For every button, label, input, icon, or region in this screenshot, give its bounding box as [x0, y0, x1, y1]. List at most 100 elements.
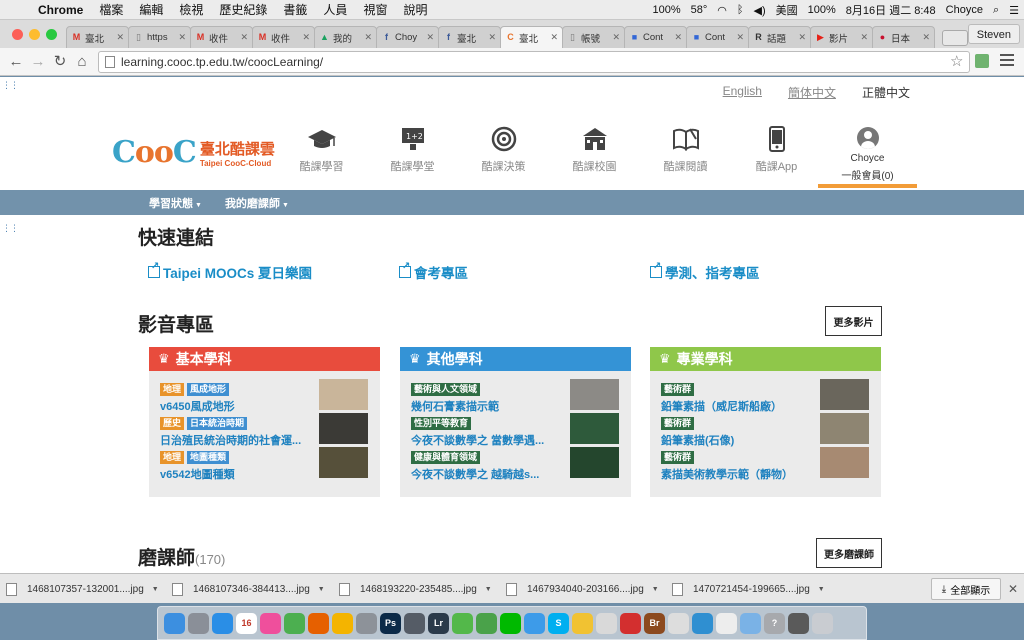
screen-zoom-indicator[interactable]: 100% [648, 4, 686, 16]
more-videos-button[interactable]: 更多影片 [825, 306, 882, 336]
video-item[interactable]: 地理 風成地形 v6450風成地形 [160, 379, 380, 417]
download-item[interactable]: 1468107357-132001....jpg ▼ [6, 578, 159, 600]
bridge-icon[interactable]: Br [644, 612, 665, 634]
close-tab-icon[interactable]: ✕ [922, 32, 930, 43]
menu-people[interactable]: 人員 [315, 1, 355, 18]
page-info-icon[interactable] [105, 56, 115, 68]
show-all-downloads-button[interactable]: ⤓ 全部顯示 [931, 578, 1001, 600]
back-button[interactable]: ← [6, 52, 26, 72]
video-thumbnail[interactable] [820, 447, 869, 478]
firefox-icon[interactable] [308, 612, 329, 634]
more-mooc-button[interactable]: 更多磨課師 [816, 538, 882, 568]
chrome-menu-icon[interactable] [1000, 54, 1014, 69]
minimize-window-button[interactable] [29, 29, 40, 40]
video-thumbnail[interactable] [319, 413, 368, 444]
browser-tab[interactable]: f Choy ✕ [376, 26, 439, 48]
photos-icon[interactable] [332, 612, 353, 634]
chevron-down-icon[interactable]: ▼ [652, 586, 659, 593]
acrobat-icon[interactable] [620, 612, 641, 634]
paint-icon[interactable] [692, 612, 713, 634]
close-tab-icon[interactable]: ✕ [178, 32, 186, 43]
nav-cooc-app[interactable]: 酷課App [731, 125, 822, 174]
wifi-app-icon[interactable] [572, 612, 593, 634]
battery-status[interactable]: 100% [803, 4, 841, 16]
browser-tab[interactable]: ▯ https ✕ [128, 26, 191, 48]
video-tag[interactable]: 地理 [160, 383, 185, 396]
browser-tab[interactable]: ■ Cont ✕ [686, 26, 749, 48]
close-tab-icon[interactable]: ✕ [116, 32, 124, 43]
video-item[interactable]: 藝術群 鉛筆素描(石像) [661, 413, 881, 451]
video-title[interactable]: 今夜不談數學之 當數學遇... [411, 432, 561, 448]
menu-edit[interactable]: 編輯 [131, 1, 171, 18]
menu-view[interactable]: 檢視 [171, 1, 211, 18]
document-icon[interactable] [716, 612, 737, 634]
input-source-region[interactable]: 美國 [771, 2, 803, 18]
video-title[interactable]: 今夜不談數學之 越騎越s... [411, 466, 561, 482]
forward-button[interactable]: → [28, 52, 48, 72]
chevron-down-icon[interactable]: ▼ [318, 586, 325, 593]
menu-file[interactable]: 檔案 [91, 1, 131, 18]
extension-icon[interactable] [975, 54, 989, 68]
download-item[interactable]: 1468193220-235485....jpg ▼ [339, 578, 492, 600]
bluetooth-icon[interactable]: ᛒ [732, 4, 749, 16]
textedit-icon[interactable] [668, 612, 689, 634]
close-tab-icon[interactable]: ✕ [364, 32, 372, 43]
video-item[interactable]: 性別平等教育 今夜不談數學之 當數學遇... [411, 413, 631, 451]
video-title[interactable]: v6450風成地形 [160, 398, 310, 414]
line-icon[interactable] [500, 612, 521, 634]
video-title[interactable]: 鉛筆素描(石像) [661, 432, 811, 448]
nav-cooc-decision[interactable]: 酷課決策 [458, 125, 549, 174]
video-thumbnail[interactable] [570, 447, 619, 478]
preview-icon[interactable] [596, 612, 617, 634]
notification-center-icon[interactable]: ☰ [1004, 4, 1024, 17]
app-store-icon[interactable] [212, 612, 233, 634]
video-tag[interactable]: 地理 [160, 451, 185, 464]
lang-simplified-link[interactable]: 簡体中文 [788, 84, 836, 101]
system-preferences-icon[interactable] [356, 612, 377, 634]
presentation-icon[interactable] [788, 612, 809, 634]
video-title[interactable]: 日治殖民統治時期的社會運... [160, 432, 310, 448]
maximize-window-button[interactable] [46, 29, 57, 40]
browser-tab[interactable]: M 收件 ✕ [190, 26, 253, 48]
card-header[interactable]: ♛ 其他學科 [400, 347, 631, 371]
video-thumbnail[interactable] [319, 447, 368, 478]
close-tab-icon[interactable]: ✕ [550, 32, 558, 43]
help-icon[interactable]: ? [764, 612, 785, 634]
volume-icon[interactable]: ◀) [749, 4, 771, 17]
quick-link-exam[interactable]: 會考專區 [399, 261, 468, 282]
itunes-icon[interactable] [260, 612, 281, 634]
skype-icon[interactable]: S [548, 612, 569, 634]
video-thumbnail[interactable] [820, 379, 869, 410]
close-tab-icon[interactable]: ✕ [798, 32, 806, 43]
calendar-icon[interactable]: 16 [236, 612, 257, 634]
card-header[interactable]: ♛ 專業學科 [650, 347, 881, 371]
video-tag[interactable]: 風成地形 [187, 383, 230, 396]
video-thumbnail[interactable] [570, 379, 619, 410]
video-title[interactable]: 幾何石膏素描示範 [411, 398, 561, 414]
video-title[interactable]: 素描美術教學示範（靜物） [661, 466, 811, 482]
safari-icon[interactable] [524, 612, 545, 634]
close-tab-icon[interactable]: ✕ [674, 32, 682, 43]
chevron-down-icon[interactable]: ▼ [485, 586, 492, 593]
photoshop-icon[interactable]: Ps [380, 612, 401, 634]
close-tab-icon[interactable]: ✕ [612, 32, 620, 43]
profile-button[interactable]: Steven [967, 24, 1020, 44]
subnav-my-mooc[interactable]: 我的磨課師 ▼ [225, 195, 289, 211]
trash-icon[interactable] [812, 612, 833, 634]
video-tag[interactable]: 歷史 [160, 417, 185, 430]
close-tab-icon[interactable]: ✕ [426, 32, 434, 43]
video-thumbnail[interactable] [570, 413, 619, 444]
nav-cooc-campus[interactable]: 酷課校園 [549, 125, 640, 174]
nav-cooc-reading[interactable]: 酷課閱讀 [640, 125, 731, 174]
browser-tab[interactable]: R 話題 ✕ [748, 26, 811, 48]
menu-history[interactable]: 歷史紀錄 [211, 1, 275, 18]
menu-bookmarks[interactable]: 書籤 [275, 1, 315, 18]
quick-link-moocs-summer[interactable]: Taipei MOOCs 夏日樂園 [148, 261, 312, 282]
video-item[interactable]: 健康與體育領域 今夜不談數學之 越騎越s... [411, 447, 631, 485]
close-window-button[interactable] [12, 29, 23, 40]
browser-tab[interactable]: M 收件 ✕ [252, 26, 315, 48]
nav-cooc-classroom[interactable]: 1+2 酷課學堂 [367, 125, 458, 174]
browser-tab[interactable]: M 臺北 ✕ [66, 26, 129, 48]
browser-tab[interactable]: ● 日本 ✕ [872, 26, 935, 48]
site-logo[interactable]: CooC 臺北酷課雲 Taipei CooC-Cloud [112, 135, 275, 170]
